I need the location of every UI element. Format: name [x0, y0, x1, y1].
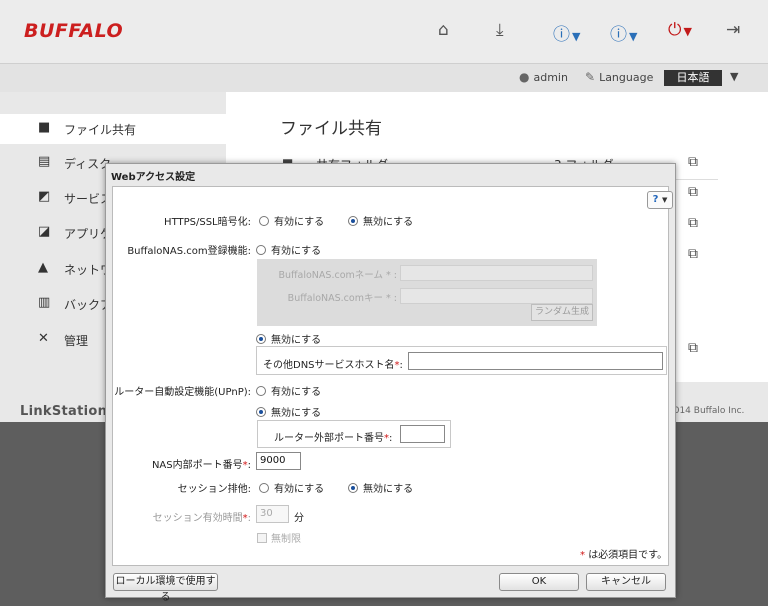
home-icon[interactable]: ⌂ [438, 20, 449, 44]
buffalonas-name-input[interactable] [400, 265, 593, 281]
page-title: ファイル共有 [280, 119, 382, 139]
help-icon: ⓘ [553, 25, 570, 45]
required-note: * は必須項目です。 [580, 550, 668, 561]
https-disable-radio[interactable]: 無効にする [348, 213, 413, 228]
language-menu[interactable]: ✎ Language [585, 70, 653, 84]
upnp-disable-radio[interactable]: 無効にする [256, 404, 321, 419]
info-icon: ⓘ [610, 25, 627, 45]
help-icon: ? [652, 194, 659, 205]
buffalonas-label: BuffaloNAS.com登録機能: [127, 246, 251, 257]
session-disable-radio[interactable]: 無効にする [348, 480, 413, 495]
random-generate-button[interactable]: ランダム生成 [531, 304, 593, 321]
radio-label: 有効にする [274, 484, 325, 495]
network-icon: ▲ [38, 260, 48, 275]
external-link-icon[interactable]: ⧉ [688, 340, 698, 356]
checkbox-label: 無制限 [271, 534, 301, 545]
buffalonas-key-label: BuffaloNAS.comキー * : [287, 293, 397, 304]
user-icon: ● [519, 70, 530, 84]
buffalonas-enable-radio[interactable]: 有効にする [256, 242, 321, 257]
sidebar-item-label: 管理 [64, 334, 89, 348]
session-timeout-unit: 分 [294, 513, 304, 524]
language-select[interactable]: 日本語 [664, 70, 722, 86]
disk-icon: ▤ [38, 154, 51, 169]
footer-brand: LinkStation [20, 404, 108, 419]
https-label: HTTPS/SSL暗号化: [164, 217, 251, 228]
app-icon: ◪ [38, 224, 51, 239]
router-port-label: ルーター外部ポート番号*: [274, 433, 393, 444]
radio-label: 有効にする [271, 387, 322, 398]
info-menu-button[interactable]: ⓘ ▼ [610, 20, 638, 45]
radio-label: 無効にする [271, 335, 322, 346]
backup-icon: ▥ [38, 295, 51, 310]
dialog-title: Webアクセス設定 [111, 172, 196, 183]
upnp-label: ルーター自動設定機能(UPnP): [114, 387, 251, 398]
ok-button[interactable]: OK [499, 573, 579, 591]
router-port-input[interactable] [400, 425, 445, 443]
radio-label: 無効にする [271, 408, 322, 419]
use-local-button[interactable]: ローカル環境で使用する [113, 573, 218, 603]
sidebar-item-file-sharing[interactable]: ■ ファイル共有 [0, 114, 226, 144]
tools-icon: ✕ [38, 331, 49, 346]
sidebar-item-label: ファイル共有 [64, 123, 137, 137]
cancel-button[interactable]: キャンセル [586, 573, 666, 591]
chevron-down-icon: ▼ [683, 25, 692, 38]
top-header: BUFFALO ⌂ ⤓ ⓘ ▼ ⓘ ▼ ⏻ ▼ ⇥ [0, 0, 768, 64]
user-bar: ● admin ✎ Language 日本語 ▼ [0, 64, 768, 92]
dns-host-input[interactable] [408, 352, 663, 370]
footer-copyright: 2014 Buffalo Inc. [668, 406, 745, 416]
folder-icon: ■ [38, 120, 51, 135]
radio-label: 無効にする [363, 217, 414, 228]
power-menu-button[interactable]: ⏻ ▼ [668, 20, 692, 44]
radio-label: 無効にする [363, 484, 414, 495]
buffalo-logo: BUFFALO [24, 20, 124, 42]
language-label: Language [599, 71, 654, 84]
web-access-dialog: Webアクセス設定 ? ▼ [105, 163, 676, 598]
session-timeout-label: セッション有効時間*: [152, 513, 251, 524]
dns-host-label: その他DNSサービスホスト名*: [263, 360, 403, 371]
radio-label: 有効にする [274, 217, 325, 228]
chevron-down-icon: ▼ [629, 30, 638, 43]
language-icon: ✎ [585, 70, 596, 84]
buffalonas-key-input[interactable] [400, 288, 593, 304]
external-link-icon[interactable]: ⧉ [688, 246, 698, 262]
user-menu[interactable]: ● admin [519, 70, 568, 84]
external-link-icon[interactable]: ⧉ [688, 215, 698, 231]
buffalonas-name-label: BuffaloNAS.comネーム * : [278, 270, 397, 281]
user-name: admin [533, 71, 568, 84]
unlimited-checkbox[interactable]: 無制限 [257, 530, 301, 545]
session-enable-radio[interactable]: 有効にする [259, 480, 324, 495]
session-timeout-input[interactable]: 30 [256, 505, 289, 523]
external-link-icon[interactable]: ⧉ [688, 154, 698, 170]
external-link-icon[interactable]: ⧉ [688, 184, 698, 200]
chevron-down-icon[interactable]: ▼ [730, 70, 738, 83]
help-button[interactable]: ? ▼ [647, 191, 673, 209]
session-exclusive-label: セッション排他: [177, 484, 251, 495]
chevron-down-icon: ▼ [572, 30, 581, 43]
download-icon[interactable]: ⤓ [496, 20, 504, 44]
power-icon: ⏻ [668, 20, 682, 40]
nas-port-label: NAS内部ポート番号*: [151, 460, 251, 471]
help-menu-button[interactable]: ⓘ ▼ [553, 20, 581, 45]
chevron-down-icon: ▼ [661, 196, 668, 204]
service-icon: ◩ [38, 189, 51, 204]
buffalonas-disable-radio[interactable]: 無効にする [256, 331, 321, 346]
radio-label: 有効にする [271, 246, 322, 257]
upnp-enable-radio[interactable]: 有効にする [256, 383, 321, 398]
logout-icon[interactable]: ⇥ [726, 20, 740, 44]
nas-port-input[interactable]: 9000 [256, 452, 301, 470]
https-enable-radio[interactable]: 有効にする [259, 213, 324, 228]
